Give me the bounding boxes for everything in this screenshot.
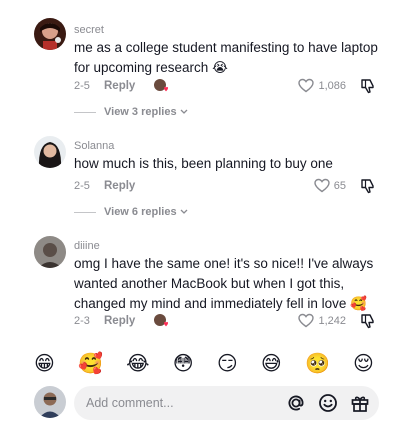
like-count: 1,242	[318, 314, 346, 327]
heart-outline-icon	[314, 178, 330, 193]
gift-icon[interactable]	[349, 392, 371, 414]
composer-actions	[285, 392, 371, 414]
like-button[interactable]: 1,242	[298, 313, 346, 328]
view-replies-label: View 3 replies	[104, 106, 177, 118]
chevron-down-icon	[180, 109, 188, 114]
comment-meta: 2-3 Reply	[74, 313, 169, 329]
dislike-button[interactable]	[360, 178, 376, 199]
creator-liked-icon	[153, 313, 169, 329]
emoji-button[interactable]: 😂	[126, 351, 149, 375]
comment-date: 2-3	[74, 315, 90, 327]
reply-button[interactable]: Reply	[104, 80, 135, 92]
comment-text: me as a college student manifesting to h…	[74, 38, 394, 78]
view-replies-button[interactable]: View 6 replies	[74, 206, 188, 218]
mention-icon[interactable]	[285, 392, 307, 414]
view-replies-label: View 6 replies	[104, 206, 177, 218]
chevron-down-icon	[180, 209, 188, 214]
comment-username[interactable]: diiine	[74, 240, 100, 252]
reply-button[interactable]: Reply	[104, 315, 135, 327]
divider	[74, 211, 96, 213]
emoji-button[interactable]: 😅	[261, 351, 282, 375]
avatar[interactable]	[34, 236, 66, 268]
reply-button[interactable]: Reply	[104, 180, 135, 192]
like-count: 1,086	[318, 79, 346, 92]
like-count: 65	[333, 179, 346, 192]
heart-outline-icon	[298, 313, 315, 328]
creator-liked-icon	[153, 78, 169, 94]
avatar[interactable]	[34, 18, 66, 50]
emoji-button[interactable]: 😌	[353, 351, 374, 375]
comment-date: 2-5	[74, 80, 90, 92]
my-avatar	[34, 386, 66, 418]
thumbs-down-icon	[361, 179, 374, 194]
comment-emoji: 😭	[212, 60, 228, 75]
comment-text: how much is this, been planning to buy o…	[74, 156, 333, 171]
divider	[74, 111, 96, 113]
emoji-button[interactable]: 🥺	[305, 351, 330, 375]
comment-text-body: omg I have the same one! it's so nice!! …	[74, 256, 374, 311]
comment-username[interactable]: Solanna	[74, 140, 114, 152]
comment-input[interactable]	[86, 394, 266, 412]
dislike-button[interactable]	[360, 313, 376, 334]
quick-emoji-bar: 😁 🥰 😂 😳 😏 😅 🥺 😌	[34, 348, 374, 378]
comment-meta: 2-5 Reply	[74, 178, 135, 194]
heart-outline-icon	[298, 78, 315, 93]
emoji-icon[interactable]	[317, 392, 339, 414]
dislike-button[interactable]	[360, 78, 376, 99]
comment-composer	[34, 386, 379, 420]
like-button[interactable]: 1,086	[298, 78, 346, 93]
emoji-button[interactable]: 🥰	[78, 351, 103, 375]
thumbs-down-icon	[361, 314, 374, 329]
comment-input-box[interactable]	[74, 386, 379, 420]
comment-text: omg I have the same one! it's so nice!! …	[74, 254, 394, 314]
like-button[interactable]: 65	[314, 178, 346, 193]
thumbs-down-icon	[361, 79, 374, 94]
comment-meta: 2-5 Reply	[74, 78, 169, 94]
view-replies-button[interactable]: View 3 replies	[74, 106, 188, 118]
emoji-button[interactable]: 😁	[34, 351, 55, 375]
comment-date: 2-5	[74, 180, 90, 192]
comment-username[interactable]: secret	[74, 24, 104, 36]
emoji-button[interactable]: 😳	[173, 351, 194, 375]
comment-emoji: 🥰	[350, 296, 367, 311]
emoji-button[interactable]: 😏	[217, 351, 238, 375]
avatar[interactable]	[34, 136, 66, 168]
